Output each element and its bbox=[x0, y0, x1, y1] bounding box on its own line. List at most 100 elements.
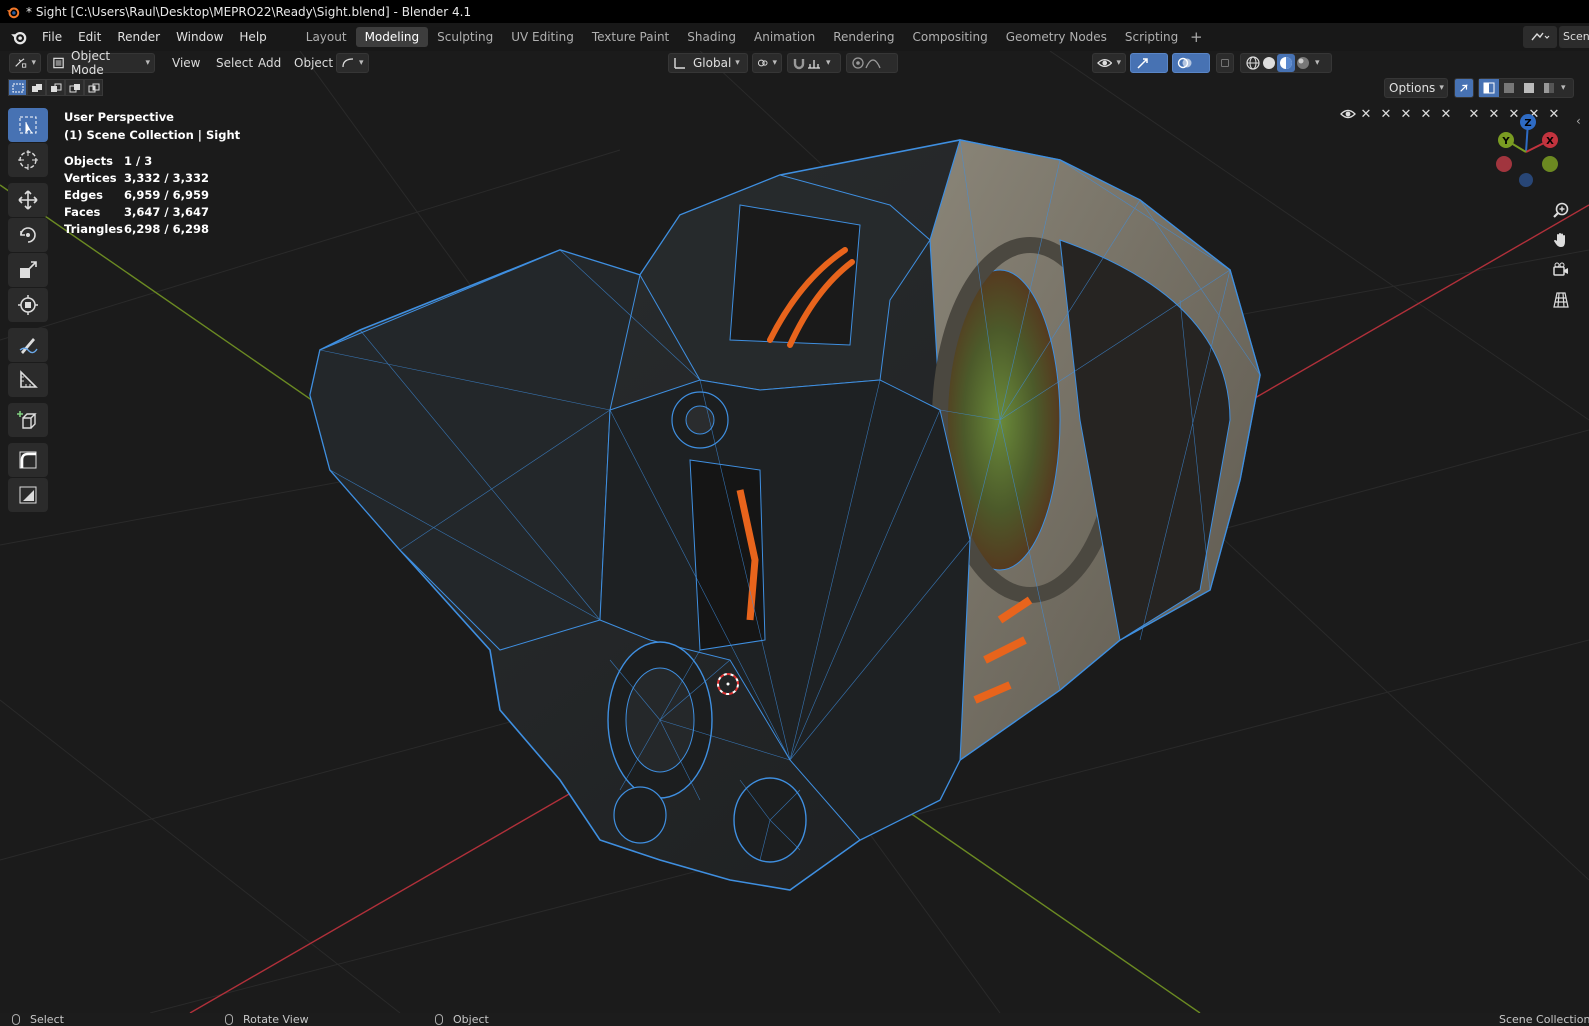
overlays-toggle[interactable] bbox=[1172, 53, 1210, 73]
scene-name-field[interactable]: Scene bbox=[1559, 26, 1589, 48]
proportional-edit-dropdown[interactable] bbox=[846, 53, 898, 73]
move-tool[interactable] bbox=[8, 183, 48, 217]
tab-modeling[interactable]: Modeling bbox=[355, 27, 429, 47]
neg-z-axis-icon bbox=[1519, 173, 1533, 187]
menu-help[interactable]: Help bbox=[231, 23, 274, 51]
stat-label: Edges bbox=[64, 188, 103, 202]
menu-window[interactable]: Window bbox=[168, 23, 231, 51]
scale-tool[interactable] bbox=[8, 253, 48, 287]
layout-1-icon bbox=[1483, 82, 1495, 94]
layout-mode-2-button[interactable] bbox=[1499, 82, 1519, 94]
add-workspace-button[interactable]: + bbox=[1187, 27, 1205, 47]
annotate-tool[interactable] bbox=[8, 328, 48, 362]
menu-render[interactable]: Render bbox=[109, 23, 168, 51]
scene-browse-button[interactable] bbox=[1523, 26, 1557, 48]
measure-tool[interactable] bbox=[8, 363, 48, 397]
rotate-icon bbox=[20, 227, 36, 243]
rendered-shading-icon[interactable] bbox=[1295, 55, 1311, 71]
visibility-dropdown[interactable]: ▾ bbox=[1092, 53, 1126, 73]
zoom-button[interactable] bbox=[1548, 195, 1574, 225]
xray-toggle[interactable] bbox=[1216, 53, 1234, 73]
mode-dropdown[interactable]: Object Mode ▾ bbox=[47, 49, 155, 77]
snap-curve-dropdown[interactable]: ▾ bbox=[336, 53, 369, 73]
pan-button[interactable] bbox=[1548, 225, 1574, 255]
transform-tool[interactable] bbox=[8, 288, 48, 322]
wireframe-shading-icon[interactable] bbox=[1245, 55, 1261, 71]
mouse-right-icon bbox=[435, 1014, 443, 1025]
tab-shading[interactable]: Shading bbox=[678, 27, 745, 47]
layout-mode-buttons: ▾ bbox=[1478, 78, 1574, 98]
menu-edit[interactable]: Edit bbox=[70, 23, 109, 51]
collection-checkbox-2[interactable]: ✕ bbox=[1380, 107, 1392, 122]
collection-checkbox-6[interactable]: ✕ bbox=[1468, 107, 1480, 122]
stat-label: Triangles bbox=[64, 222, 123, 236]
select-subtract-button[interactable] bbox=[46, 79, 65, 96]
select-box-tool[interactable] bbox=[8, 108, 48, 142]
layout-3-icon bbox=[1524, 83, 1534, 93]
viewport-header: ▾ Object Mode ▾ View Select Add Object ▾ … bbox=[0, 49, 1589, 122]
tool-shelf bbox=[8, 108, 48, 513]
tab-texture-paint[interactable]: Texture Paint bbox=[583, 27, 678, 47]
menu-file[interactable]: File bbox=[34, 23, 70, 51]
add-cube-tool[interactable] bbox=[8, 403, 48, 437]
selection-mode-buttons bbox=[8, 79, 103, 96]
material-preview-icon[interactable] bbox=[1277, 54, 1295, 72]
navigation-gizmo[interactable]: Z X Y bbox=[1486, 110, 1566, 190]
status-object-hint: Object bbox=[435, 1013, 489, 1026]
curve-icon bbox=[342, 58, 354, 68]
add-menu[interactable]: Add bbox=[251, 56, 288, 70]
tab-sculpting[interactable]: Sculpting bbox=[428, 27, 502, 47]
options-label: Options bbox=[1389, 81, 1436, 95]
select-intersect-button[interactable] bbox=[84, 79, 103, 96]
status-select-label: Select bbox=[30, 1013, 64, 1026]
collection-checkbox-4[interactable]: ✕ bbox=[1420, 107, 1432, 122]
tab-rendering[interactable]: Rendering bbox=[824, 27, 903, 47]
orientation-label: Global bbox=[693, 56, 732, 70]
gizmo-toggle[interactable] bbox=[1130, 53, 1168, 73]
tab-animation[interactable]: Animation bbox=[745, 27, 824, 47]
select-extend-button[interactable] bbox=[27, 79, 46, 96]
rotate-tool[interactable] bbox=[8, 218, 48, 252]
layout-dropdown-arrow[interactable]: ▾ bbox=[1561, 83, 1566, 93]
collection-label: (1) Scene Collection | Sight bbox=[64, 128, 241, 142]
perspective-toggle-button[interactable] bbox=[1548, 285, 1574, 315]
top-menubar: File Edit Render Window Help Layout Mode… bbox=[0, 23, 1589, 51]
shading-modes: ▾ bbox=[1240, 53, 1332, 73]
object-menu[interactable]: Object bbox=[287, 56, 340, 70]
stat-label: Vertices bbox=[64, 171, 117, 185]
layout-mode-1-button[interactable] bbox=[1479, 79, 1499, 97]
editor-type-button[interactable]: ▾ bbox=[9, 53, 41, 73]
eye-icon[interactable] bbox=[1340, 107, 1356, 121]
solid-shading-icon[interactable] bbox=[1261, 55, 1277, 71]
sidebar-toggle-arrow[interactable]: ‹ bbox=[1576, 114, 1581, 128]
scale-icon bbox=[20, 261, 37, 278]
collection-checkbox-1[interactable]: ✕ bbox=[1360, 107, 1372, 122]
options-dropdown[interactable]: Options ▾ bbox=[1384, 78, 1448, 98]
select-set-button[interactable] bbox=[8, 79, 27, 96]
tab-layout[interactable]: Layout bbox=[297, 27, 356, 47]
collection-checkbox-3[interactable]: ✕ bbox=[1400, 107, 1412, 122]
transform-affect-toggle[interactable] bbox=[1454, 78, 1474, 98]
pivot-icon bbox=[757, 59, 768, 67]
layout-mode-4-button[interactable] bbox=[1539, 82, 1559, 94]
orientation-dropdown[interactable]: Global ▾ bbox=[668, 53, 748, 73]
shear-tool[interactable] bbox=[8, 443, 48, 477]
select-invert-icon bbox=[69, 83, 80, 92]
layout-mode-3-button[interactable] bbox=[1519, 82, 1539, 94]
view-menu[interactable]: View bbox=[165, 56, 207, 70]
camera-view-button[interactable] bbox=[1548, 255, 1574, 285]
uv-tool[interactable] bbox=[8, 478, 48, 512]
viewport-info-overlay: User Perspective (1) Scene Collection | … bbox=[64, 108, 240, 238]
pivot-dropdown[interactable]: ▾ bbox=[752, 53, 782, 73]
tab-compositing[interactable]: Compositing bbox=[903, 27, 996, 47]
snap-dropdown[interactable]: ▾ bbox=[787, 53, 841, 73]
window-titlebar: * Sight [C:\Users\Raul\Desktop\MEPRO22\R… bbox=[0, 0, 1589, 23]
tab-uv-editing[interactable]: UV Editing bbox=[502, 27, 583, 47]
cursor-tool[interactable] bbox=[8, 143, 48, 177]
tab-scripting[interactable]: Scripting bbox=[1116, 27, 1187, 47]
select-invert-button[interactable] bbox=[65, 79, 84, 96]
mouse-middle-icon bbox=[225, 1014, 233, 1025]
tab-geometry-nodes[interactable]: Geometry Nodes bbox=[997, 27, 1116, 47]
collection-checkbox-5[interactable]: ✕ bbox=[1440, 107, 1452, 122]
blender-menu-icon[interactable] bbox=[8, 26, 30, 48]
